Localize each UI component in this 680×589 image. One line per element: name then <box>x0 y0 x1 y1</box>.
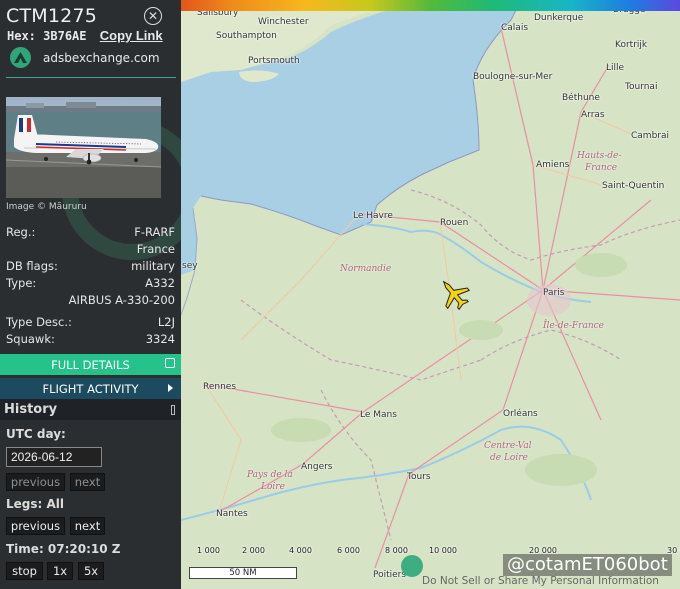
bot-tag: @cotamET060bot <box>503 554 672 576</box>
detail-value: F-RARF <box>134 225 175 239</box>
place-label: Nantes <box>216 509 248 519</box>
altitude-legend-bar <box>181 0 680 11</box>
image-credit: Image © Mãururu <box>6 202 87 212</box>
replay-stop-button[interactable]: stop <box>6 562 43 580</box>
detail-row-squawk: Squawk: 3324 <box>6 332 175 346</box>
place-label: Angers <box>301 462 333 472</box>
detail-row-type-desc: Type Desc.: L2J <box>6 315 175 329</box>
detail-value: AIRBUS A-330-200 <box>68 293 175 307</box>
detail-key: Squawk: <box>6 332 55 346</box>
leg-next-button[interactable]: next <box>70 517 105 535</box>
leg-previous-button[interactable]: previous <box>6 517 65 535</box>
aircraft-info-panel: CTM1275 ✕ Hex: 3B76AE Copy Link adsbexch… <box>0 0 181 589</box>
detail-value: France <box>136 242 175 256</box>
region-label: Hauts-de- <box>577 151 622 161</box>
place-label: Paris <box>543 288 565 298</box>
detail-row-type: Type: A332 <box>6 276 175 290</box>
altitude-legend-label: 2 000 <box>242 546 265 555</box>
adsbexchange-logo-icon <box>10 47 31 68</box>
replay-1x-button[interactable]: 1x <box>47 562 73 580</box>
replay-5x-button[interactable]: 5x <box>78 562 104 580</box>
flight-activity-label: FLIGHT ACTIVITY <box>42 381 139 396</box>
place-label: Kortrijk <box>615 40 648 50</box>
map-base <box>181 0 680 589</box>
replay-time-label: Time: 07:20:10 Z <box>6 542 121 556</box>
region-label: de Loire <box>490 453 528 463</box>
place-label: Saint-Quentin <box>602 181 665 191</box>
adsbexchange-map-logo <box>401 555 423 577</box>
detail-row-db-flags: DB flags: military <box>6 259 175 273</box>
history-header[interactable]: History <box>0 399 181 420</box>
place-label: Amiens <box>536 160 570 170</box>
altitude-legend-label: 6 000 <box>337 546 360 555</box>
place-label: Boulogne-sur-Mer <box>473 72 553 82</box>
detail-row-registration: Reg.: F-RARF <box>6 225 175 239</box>
place-label: Winchester <box>258 17 309 27</box>
divider <box>6 77 176 78</box>
place-label: Arras <box>581 110 605 120</box>
place-label: Lille <box>606 63 625 73</box>
region-label: Pays de la <box>247 470 293 480</box>
detail-key: Type Desc.: <box>6 315 72 329</box>
altitude-legend-label: 8 000 <box>385 546 408 555</box>
place-label: Poitiers <box>373 570 407 580</box>
day-next-button[interactable]: next <box>70 473 105 491</box>
detail-row-type-name: AIRBUS A-330-200 <box>6 293 175 307</box>
place-label: Rouen <box>440 218 469 228</box>
callsign-title: CTM1275 <box>6 5 98 27</box>
map-view[interactable]: Salisbury Winchester Southampton Portsmouth… <box>181 0 680 589</box>
full-details-button[interactable]: FULL DETAILS <box>0 354 181 375</box>
collapse-icon[interactable] <box>171 405 175 415</box>
region-label: Centre-Val <box>484 441 532 451</box>
place-label: Southampton <box>216 31 277 41</box>
hex-line: Hex: 3B76AE Copy Link <box>7 28 163 43</box>
place-label: Calais <box>501 23 529 33</box>
detail-value: L2J <box>157 315 175 329</box>
flight-activity-button[interactable]: FLIGHT ACTIVITY <box>0 378 181 399</box>
adsbexchange-link[interactable]: adsbexchange.com <box>10 47 160 68</box>
place-label: Dunkerque <box>534 13 584 23</box>
detail-row-country: France <box>6 242 175 256</box>
altitude-legend-label: 4 000 <box>289 546 312 555</box>
utc-day-input[interactable] <box>6 447 102 467</box>
detail-key: Reg.: <box>6 225 36 239</box>
place-label: Le Mans <box>360 410 397 420</box>
region-label: Loire <box>261 482 285 492</box>
aircraft-photo[interactable] <box>6 97 161 198</box>
detail-value: 3324 <box>145 332 175 346</box>
day-previous-button[interactable]: previous <box>6 473 65 491</box>
detail-value: A332 <box>145 276 175 290</box>
legs-label: Legs: All <box>6 497 65 511</box>
place-label: Le Havre <box>353 211 393 221</box>
region-label: Normandie <box>340 264 392 274</box>
place-label: Tournai <box>625 82 658 92</box>
scale-bar: 50 NM <box>189 567 297 579</box>
place-label: Tours <box>407 472 431 482</box>
place-label: Béthune <box>562 93 600 103</box>
place-label: sey <box>182 261 198 271</box>
external-link-icon <box>165 358 175 368</box>
hex-label: Hex: <box>7 29 36 43</box>
place-label: Orléans <box>503 409 538 419</box>
region-label: Île-de-France <box>543 321 605 331</box>
close-icon[interactable]: ✕ <box>144 7 162 25</box>
do-not-sell-link[interactable]: Do Not Sell or Share My Personal Informa… <box>422 575 659 587</box>
region-label: France <box>585 163 618 173</box>
utc-day-label: UTC day: <box>6 427 66 441</box>
place-label: Cambrai <box>631 131 669 141</box>
hex-value: 3B76AE <box>43 29 87 43</box>
adsbexchange-label: adsbexchange.com <box>43 50 160 65</box>
detail-value: military <box>131 259 175 273</box>
chevron-right-icon <box>168 384 173 392</box>
full-details-label: FULL DETAILS <box>51 357 130 372</box>
altitude-legend-label: 1 000 <box>197 546 220 555</box>
copy-link-button[interactable]: Copy Link <box>100 28 163 43</box>
history-title: History <box>4 402 58 417</box>
altitude-legend-label: 10 000 <box>429 546 457 555</box>
place-label: Rennes <box>203 382 237 392</box>
detail-key: Type: <box>6 276 37 290</box>
detail-key: DB flags: <box>6 259 58 273</box>
place-label: Portsmouth <box>248 56 300 66</box>
